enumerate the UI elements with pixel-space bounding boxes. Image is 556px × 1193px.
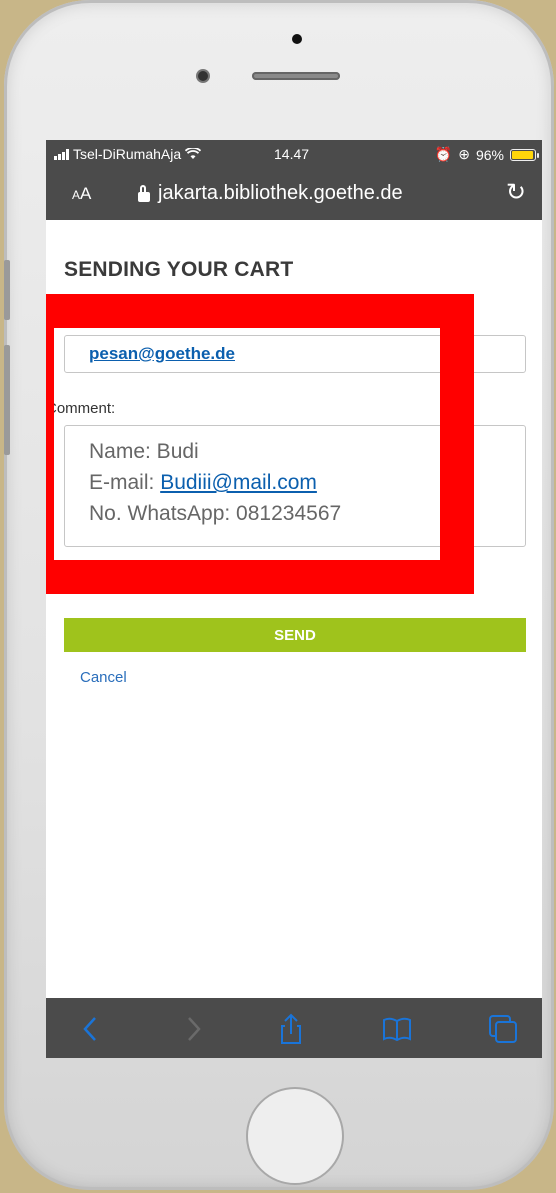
highlight-box (46, 294, 474, 594)
orientation-lock-icon: ⊕ (458, 146, 470, 162)
chevron-right-icon[interactable] (176, 1012, 210, 1046)
cancel-link[interactable]: Cancel (80, 669, 127, 686)
browser-toolbar (46, 998, 542, 1058)
status-right: ⏰ ⊕ 96% (434, 146, 539, 163)
status-left: Tsel-DiRumahAja (54, 146, 202, 162)
front-camera (198, 71, 208, 81)
signal-icon (54, 148, 69, 160)
reload-icon[interactable]: ↻ (506, 178, 526, 207)
clock: 14.47 (274, 146, 310, 162)
page-content: SENDING YOUR CART pesan@goethe.de Commen… (46, 220, 542, 986)
alarm-icon: ⏰ (434, 146, 453, 162)
phone-frame: Tsel-DiRumahAja 14.47 ⏰ ⊕ 96% AA jakarta… (4, 0, 554, 1190)
text-size-button[interactable]: AA (72, 184, 91, 204)
proximity-sensor (292, 34, 302, 44)
battery-percent: 96% (475, 146, 504, 163)
lock-icon (138, 184, 150, 202)
share-icon[interactable] (274, 1012, 308, 1046)
volume-up-button (4, 260, 10, 320)
send-button[interactable]: SEND (64, 618, 526, 652)
url-field[interactable]: jakarta.bibliothek.goethe.de (138, 182, 403, 205)
battery-icon (510, 148, 539, 161)
earpiece-speaker (252, 72, 340, 80)
screen: Tsel-DiRumahAja 14.47 ⏰ ⊕ 96% AA jakarta… (46, 140, 542, 1058)
page-title: SENDING YOUR CART (64, 258, 294, 281)
home-button[interactable] (246, 1087, 344, 1185)
chevron-left-icon[interactable] (74, 1012, 108, 1046)
tabs-icon[interactable] (486, 1012, 520, 1046)
volume-down-button (4, 345, 10, 455)
book-icon[interactable] (380, 1012, 414, 1046)
status-bar: Tsel-DiRumahAja 14.47 ⏰ ⊕ 96% (46, 140, 542, 168)
carrier-name: Tsel-DiRumahAja (73, 146, 182, 162)
url-text: jakarta.bibliothek.goethe.de (158, 182, 403, 204)
wifi-icon (185, 148, 202, 159)
address-bar[interactable]: AA jakarta.bibliothek.goethe.de ↻ (46, 168, 542, 220)
